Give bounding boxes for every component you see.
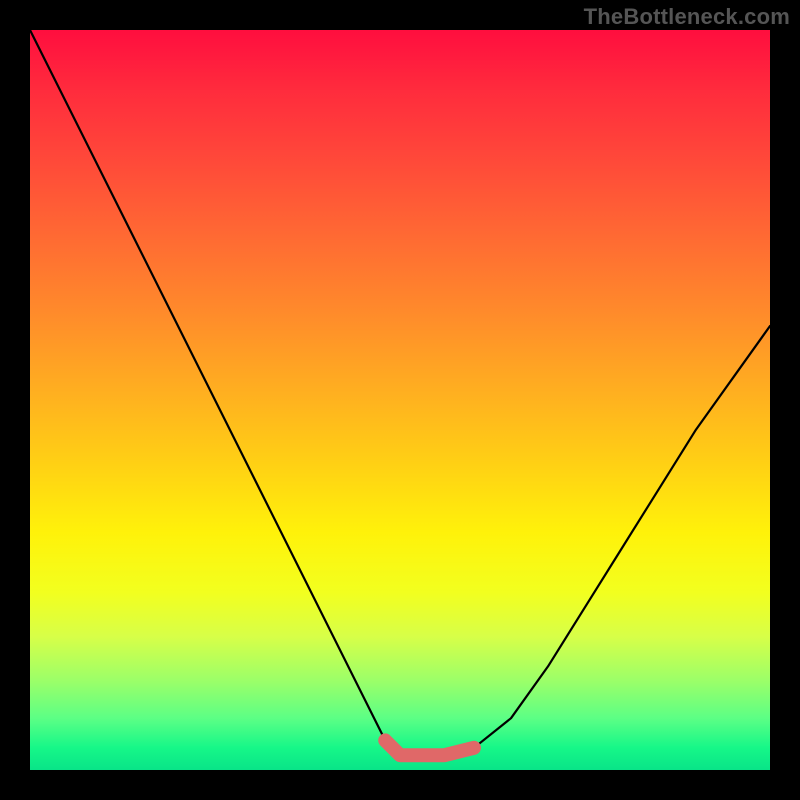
chart-frame: TheBottleneck.com xyxy=(0,0,800,800)
plot-area xyxy=(30,30,770,770)
bottleneck-curve-line xyxy=(30,30,770,755)
curve-svg xyxy=(30,30,770,770)
watermark-text: TheBottleneck.com xyxy=(584,4,790,30)
optimal-region-highlight xyxy=(385,740,474,755)
